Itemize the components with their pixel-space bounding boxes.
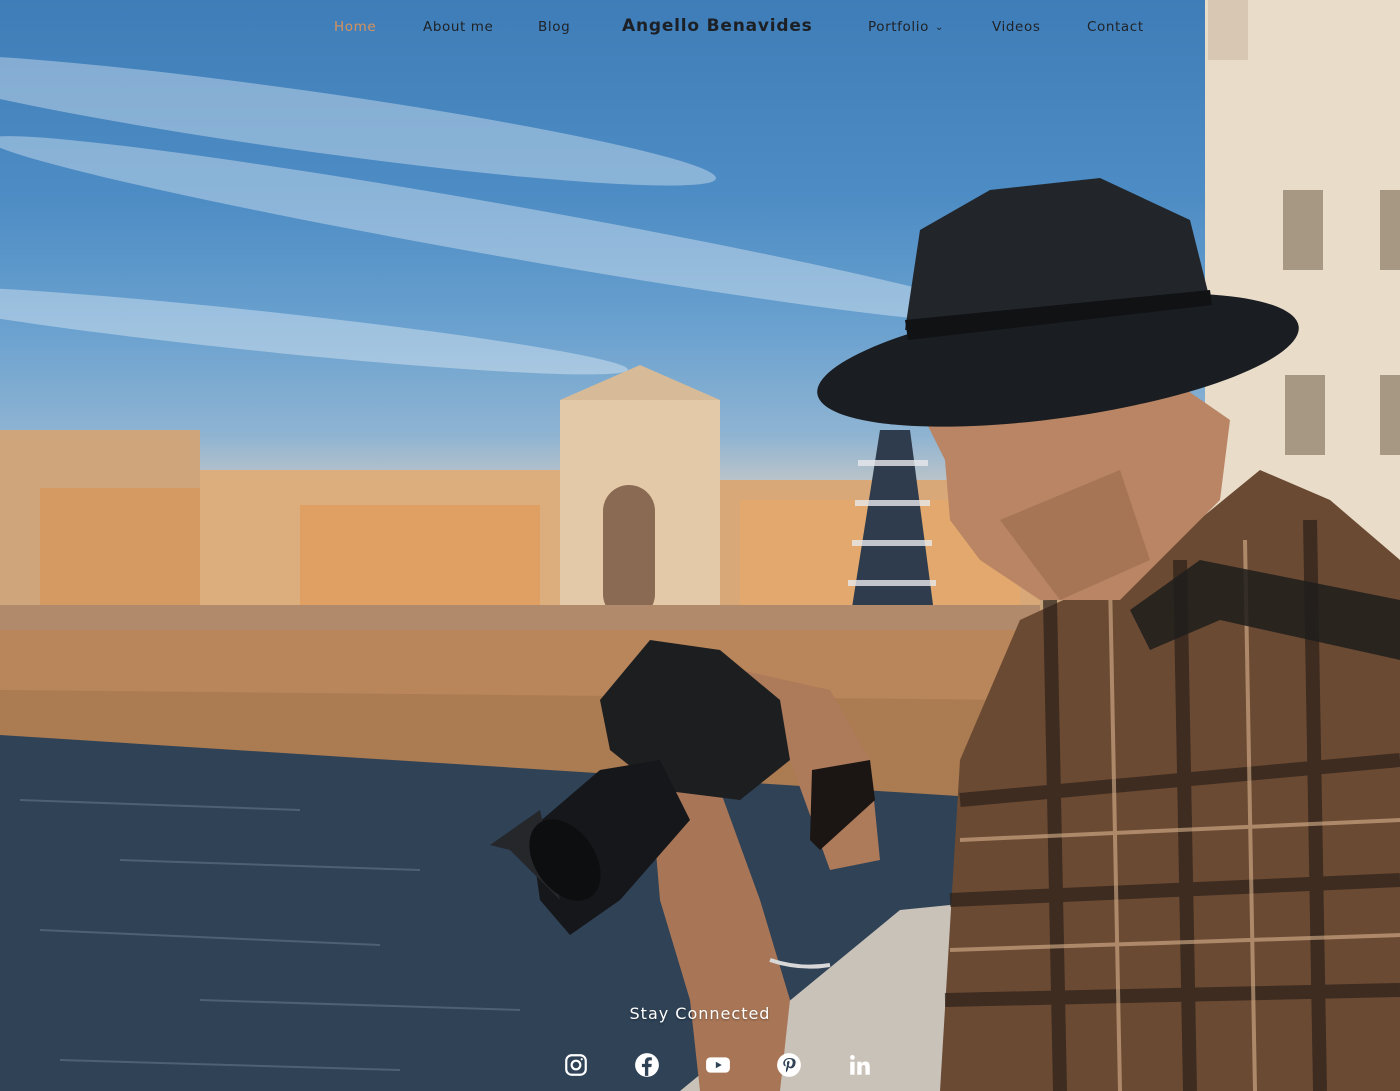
hero-scene [0, 0, 1400, 1091]
nav-link-about-me[interactable]: About me [423, 19, 493, 35]
linkedin-icon[interactable] [847, 1052, 873, 1078]
hero-background-photo [0, 0, 1400, 1091]
instagram-icon[interactable] [563, 1052, 589, 1078]
nav-link-home[interactable]: Home [334, 19, 376, 35]
nav-link-portfolio-label: Portfolio [868, 19, 929, 35]
stay-connected-heading: Stay Connected [629, 1004, 771, 1023]
nav-link-contact[interactable]: Contact [1087, 19, 1144, 35]
pinterest-icon[interactable] [776, 1052, 802, 1078]
chevron-down-icon: ⌄ [934, 22, 944, 33]
facebook-icon[interactable] [634, 1052, 660, 1078]
youtube-icon[interactable] [705, 1052, 731, 1078]
nav-link-videos[interactable]: Videos [992, 19, 1040, 35]
main-navigation: Home About me Blog Angello Benavides Por… [0, 0, 1400, 56]
site-brand-name[interactable]: Angello Benavides [622, 16, 813, 36]
nav-link-portfolio[interactable]: Portfolio ⌄ [868, 19, 944, 35]
nav-link-blog[interactable]: Blog [538, 19, 570, 35]
